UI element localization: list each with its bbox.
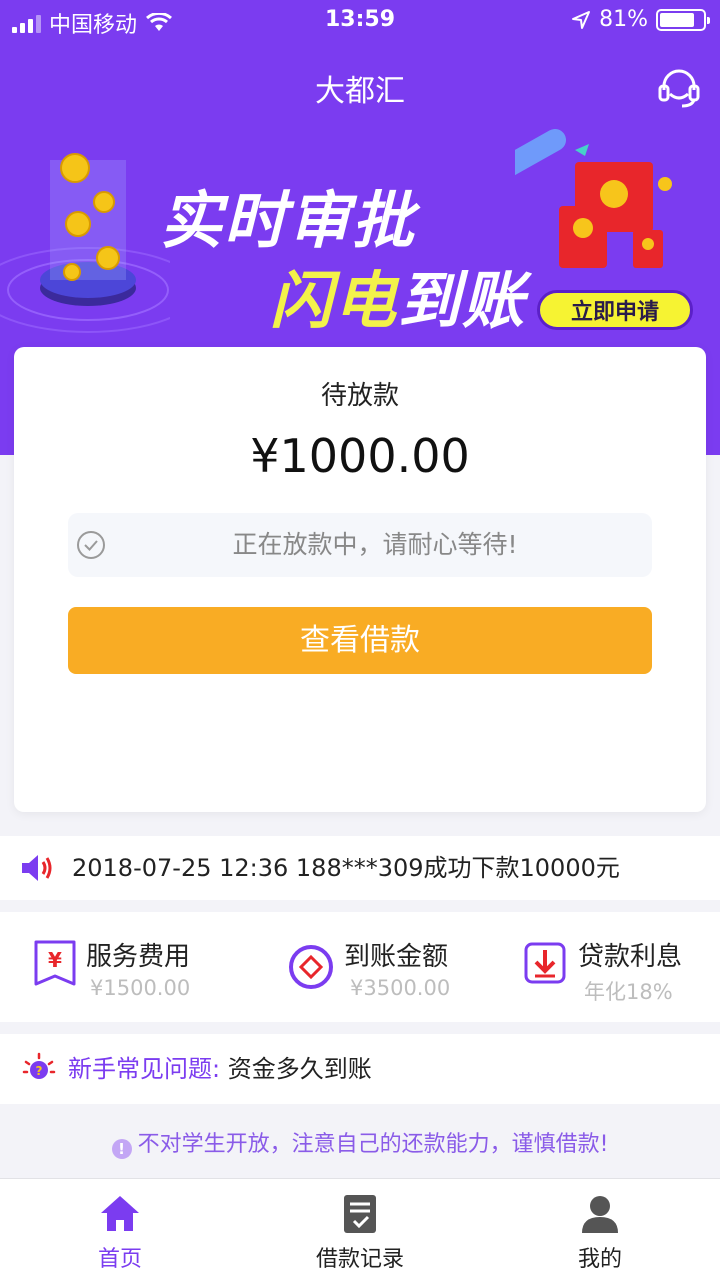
speaker-icon [22, 855, 52, 881]
faq-row[interactable]: ? 新手常见问题: 资金多久到账 [0, 1034, 720, 1104]
tab-bar: 首页 借款记录 我的 [0, 1178, 720, 1280]
risk-warning: ! 不对学生开放，注意自己的还款能力，谨慎借款! [0, 1120, 720, 1170]
loan-amount: ¥1000.00 [250, 429, 470, 483]
disbursement-notice: 正在放款中，请耐心等待! [68, 513, 652, 577]
coin-stack-icon [0, 153, 170, 333]
stat-value: ¥1500.00 [90, 976, 191, 1000]
stat-service-fee: ¥ 服务费用 ¥1500.00 [0, 912, 240, 1022]
banner-subheadline: 闪电到账 [270, 250, 526, 340]
faq-question[interactable]: 资金多久到账 [228, 1055, 372, 1083]
loan-status-card: 待放款 ¥1000.00 正在放款中，请耐心等待! 查看借款 [14, 347, 706, 812]
battery-icon [656, 8, 710, 31]
location-arrow-icon [572, 10, 591, 29]
profile-icon [582, 1196, 618, 1233]
broadcast-text: 2018-07-25 12:36 188***309成功下款10000元 [72, 854, 620, 882]
loan-record-icon [344, 1195, 376, 1233]
red-envelope-icon [515, 129, 672, 268]
tab-label: 我的 [577, 1247, 622, 1272]
view-loan-button[interactable]: 查看借款 [68, 607, 652, 674]
loan-status-label: 待放款 [320, 381, 399, 411]
svg-text:¥: ¥ [48, 948, 62, 972]
banner-rest-text: 到账 [398, 264, 527, 337]
status-right: 81% [571, 7, 710, 32]
stat-value: 年化18% [584, 980, 673, 1004]
headset-icon[interactable] [656, 64, 702, 110]
info-icon: ! [111, 1139, 132, 1159]
home-icon [101, 1196, 139, 1231]
status-bar: 中国移动 13:59 81% [0, 0, 720, 40]
stat-interest: 贷款利息 年化18% [480, 912, 720, 1022]
banner-highlight-text: 闪电 [270, 264, 399, 337]
broadcast-bar: 2018-07-25 12:36 188***309成功下款10000元 [0, 836, 720, 900]
stat-title: 服务费用 [86, 942, 191, 972]
warning-text: 不对学生开放，注意自己的还款能力，谨慎借款! [137, 1132, 609, 1157]
battery-percent: 81% [599, 7, 648, 32]
service-fee-icon: ¥ [34, 940, 76, 986]
tab-profile[interactable]: 我的 [480, 1179, 720, 1280]
amount-received-icon [289, 945, 333, 989]
page-title: 大都汇 [315, 74, 405, 109]
tab-label: 首页 [97, 1247, 142, 1272]
tab-label: 借款记录 [315, 1247, 404, 1272]
promo-banner[interactable]: 实时审批 闪电到账 立即申请 [0, 120, 720, 360]
stat-amount-received: 到账金额 ¥3500.00 [240, 912, 480, 1022]
apply-now-button[interactable]: 立即申请 [537, 290, 693, 330]
stat-value: ¥3500.00 [350, 976, 451, 1000]
stat-title: 到账金额 [344, 942, 449, 972]
tab-home[interactable]: 首页 [0, 1179, 240, 1280]
banner-headline: 实时审批 [160, 184, 417, 257]
lightbulb-icon: ? [22, 1052, 56, 1079]
stat-title: 贷款利息 [578, 942, 683, 972]
notice-text: 正在放款中，请耐心等待! [232, 530, 518, 559]
interest-icon [524, 942, 566, 984]
svg-text:?: ? [36, 1064, 43, 1078]
tab-loan-records[interactable]: 借款记录 [240, 1179, 480, 1280]
battery-level [660, 12, 695, 27]
loan-stats: ¥ 服务费用 ¥1500.00 到账金额 ¥3500.00 贷款利息 年化18% [0, 912, 720, 1022]
faq-text: 新手常见问题: 资金多久到账 [68, 1034, 372, 1104]
faq-label: 新手常见问题: [68, 1055, 221, 1083]
